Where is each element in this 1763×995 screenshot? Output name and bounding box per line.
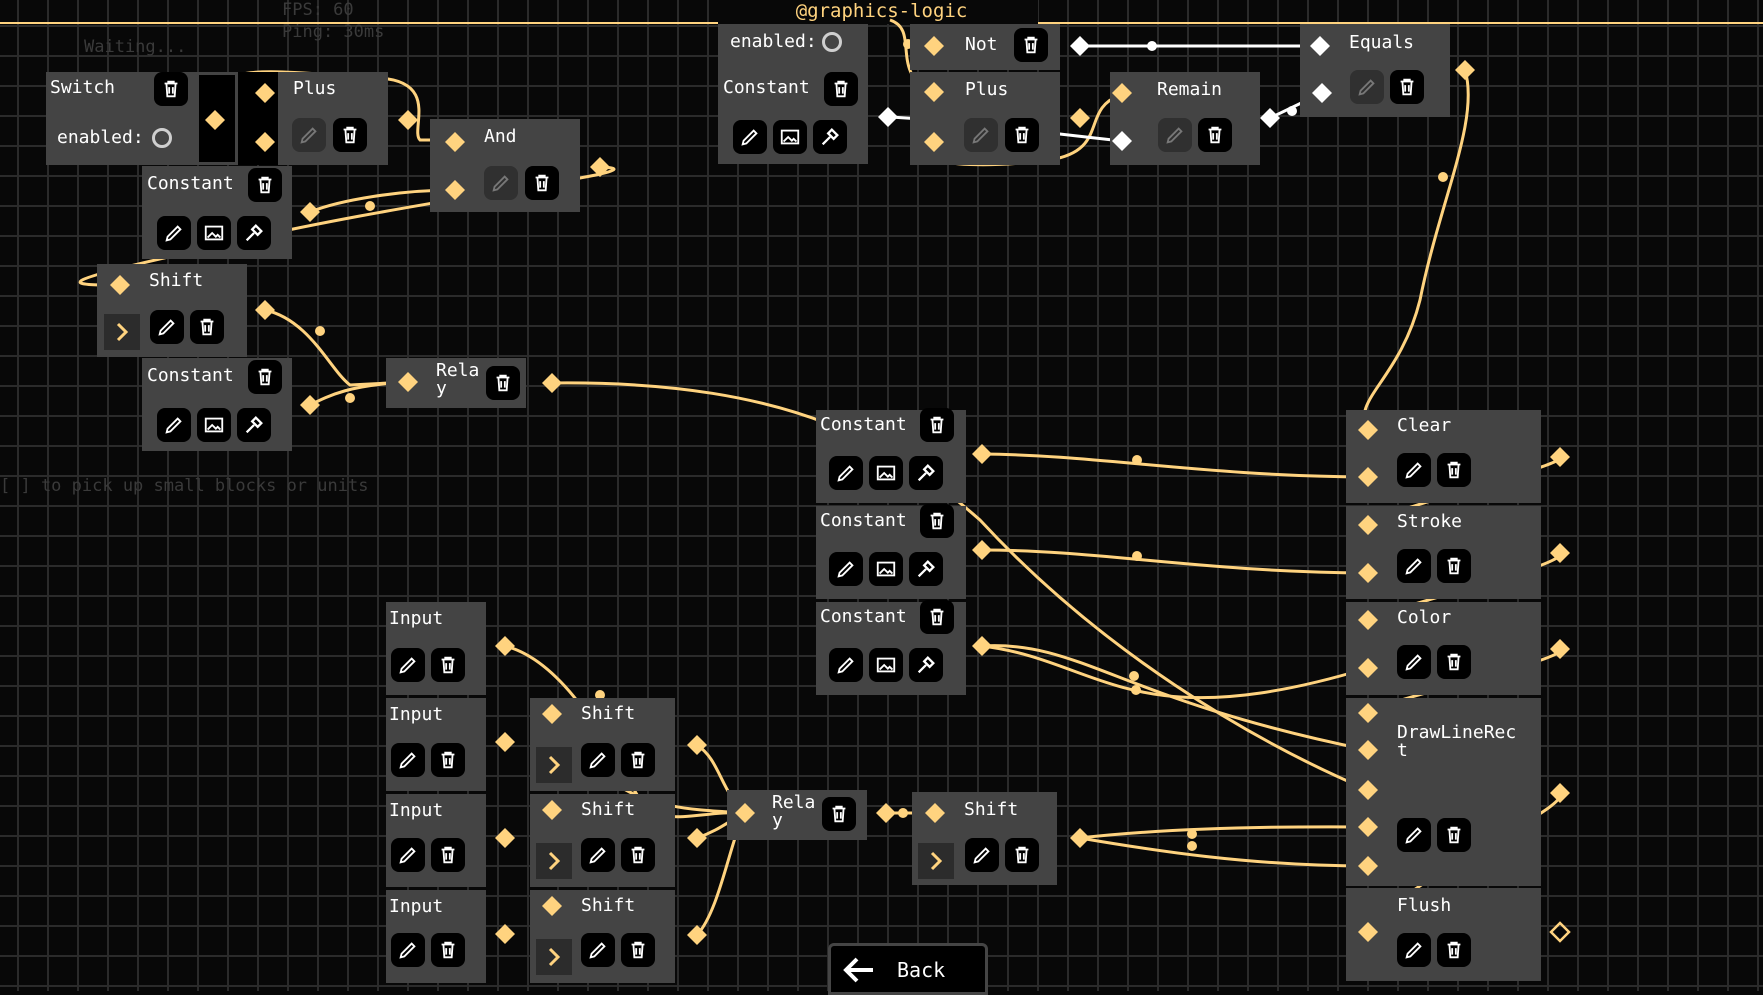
port[interactable]	[1112, 83, 1132, 103]
port[interactable]	[542, 800, 562, 820]
port[interactable]	[398, 372, 418, 392]
port[interactable]	[110, 275, 130, 295]
port[interactable]	[972, 636, 992, 656]
port[interactable]	[687, 828, 707, 848]
port[interactable]	[495, 636, 515, 656]
port[interactable]	[398, 110, 418, 130]
port[interactable]	[205, 110, 225, 130]
port[interactable]	[1358, 780, 1378, 800]
port[interactable]	[495, 924, 515, 944]
port[interactable]	[1550, 639, 1570, 659]
port[interactable]	[1550, 783, 1570, 803]
port[interactable]	[1455, 60, 1475, 80]
port[interactable]	[445, 180, 465, 200]
port[interactable]	[1260, 108, 1280, 128]
port[interactable]	[255, 83, 275, 103]
port[interactable]	[495, 828, 515, 848]
port[interactable]	[687, 925, 707, 945]
port[interactable]	[495, 732, 515, 752]
port[interactable]	[255, 300, 275, 320]
back-label: Back	[897, 958, 946, 982]
port[interactable]	[1358, 467, 1378, 487]
port[interactable]	[1070, 108, 1090, 128]
port[interactable]	[1550, 447, 1570, 467]
port-layer	[110, 36, 1571, 945]
port[interactable]	[445, 132, 465, 152]
port[interactable]	[1358, 420, 1378, 440]
port[interactable]	[735, 803, 755, 823]
port-empty[interactable]	[1549, 921, 1571, 943]
port[interactable]	[878, 107, 898, 127]
port[interactable]	[1358, 658, 1378, 678]
port[interactable]	[1550, 543, 1570, 563]
port[interactable]	[1112, 131, 1132, 151]
port[interactable]	[876, 803, 896, 823]
port[interactable]	[1358, 856, 1378, 876]
port[interactable]	[924, 82, 944, 102]
port[interactable]	[255, 132, 275, 152]
port[interactable]	[1358, 922, 1378, 942]
port[interactable]	[1070, 36, 1090, 56]
port[interactable]	[1358, 515, 1378, 535]
port[interactable]	[1358, 610, 1378, 630]
port[interactable]	[1358, 740, 1378, 760]
port[interactable]	[542, 373, 562, 393]
port[interactable]	[1358, 703, 1378, 723]
port[interactable]	[300, 202, 320, 222]
port[interactable]	[1310, 36, 1330, 56]
port[interactable]	[924, 36, 944, 56]
port[interactable]	[924, 132, 944, 152]
port[interactable]	[1358, 817, 1378, 837]
port[interactable]	[687, 735, 707, 755]
arrow-left-icon	[843, 957, 873, 983]
port[interactable]	[1312, 83, 1332, 103]
port[interactable]	[300, 395, 320, 415]
port[interactable]	[590, 157, 610, 177]
port[interactable]	[542, 896, 562, 916]
port[interactable]	[1070, 828, 1090, 848]
port[interactable]	[1358, 563, 1378, 583]
port[interactable]	[972, 540, 992, 560]
port[interactable]	[542, 704, 562, 724]
back-button[interactable]: Back	[828, 943, 988, 995]
port[interactable]	[972, 444, 992, 464]
port[interactable]	[925, 803, 945, 823]
